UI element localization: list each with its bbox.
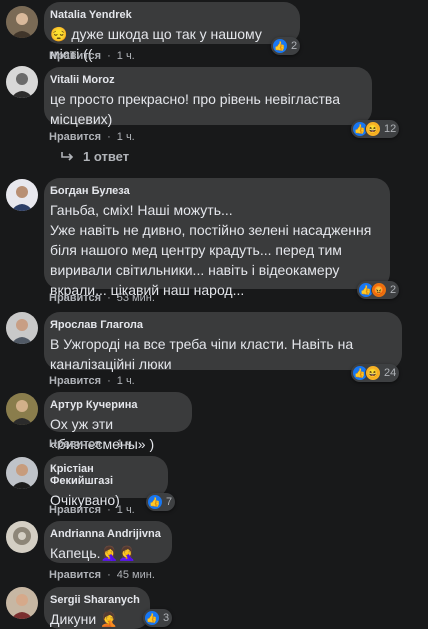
comment-bubble: Богдан Булеза Ганьба, сміх! Наші можуть.…	[44, 178, 390, 298]
reply-arrow-icon	[61, 151, 74, 161]
comment-author[interactable]: Артур Кучерина	[50, 399, 182, 411]
comment-bubble: Sergii Sharanych Дикуни 🤦	[44, 587, 150, 629]
comment-text: В Ужгороді на все треба чіпи класти. Нав…	[50, 336, 354, 372]
view-replies-link[interactable]: 1 ответ	[61, 149, 129, 164]
avatar[interactable]	[6, 457, 38, 489]
comment-author[interactable]: Sergii Sharanych	[50, 594, 140, 606]
comment-time[interactable]: 1 ч.	[117, 375, 135, 387]
comment-bubble: Крістіан Фекийшгазі Очікувано)	[44, 456, 168, 508]
comment-author[interactable]: Ярослав Глагола	[50, 319, 392, 331]
comment-actions: Нравится · 1 ч.	[49, 50, 135, 62]
comment-text: це просто прекрасно! про рівень невіглас…	[50, 91, 340, 127]
like-reaction-icon: 👍	[147, 494, 163, 510]
comment-author[interactable]: Andrianna Andrijivna	[50, 528, 162, 540]
like-button[interactable]: Нравится	[49, 438, 101, 450]
reactions-count: 12	[384, 123, 397, 135]
comment-actions: Нравится · 1 ч.	[49, 504, 135, 516]
reactions-badge[interactable]: 👍 7	[146, 493, 176, 511]
comment-author[interactable]: Богдан Булеза	[50, 185, 380, 197]
haha-reaction-icon: 😆	[365, 121, 381, 137]
comment-actions: Нравится · 1 ч.	[49, 438, 135, 450]
comment-author[interactable]: Крістіан Фекийшгазі	[50, 463, 158, 487]
avatar[interactable]	[6, 6, 38, 38]
comment-author[interactable]: Natalia Yendrek	[50, 9, 290, 21]
comment-time[interactable]: 53 мин.	[117, 292, 155, 304]
reactions-count: 2	[390, 284, 397, 296]
reactions-count: 7	[166, 496, 173, 508]
avatar[interactable]	[6, 312, 38, 344]
comment-time[interactable]: 1 ч.	[117, 131, 135, 143]
comment-time[interactable]: 1 ч.	[117, 504, 135, 516]
comment-text: Капець.🤦‍♀️🤦‍♀️	[50, 545, 136, 561]
replies-count-label[interactable]: 1 ответ	[83, 149, 129, 164]
reactions-badge[interactable]: 👍 3	[143, 609, 173, 627]
comment-actions: Нравится · 53 мин.	[49, 292, 155, 304]
haha-reaction-icon: 😆	[365, 365, 381, 381]
avatar[interactable]	[6, 521, 38, 553]
reactions-badge[interactable]: 👍 😆 12	[351, 120, 400, 138]
comment-bubble: Andrianna Andrijivna Капець.🤦‍♀️🤦‍♀️	[44, 521, 172, 563]
angry-reaction-icon: 😡	[371, 282, 387, 298]
comment-bubble: Vitalii Moroz це просто прекрасно! про р…	[44, 67, 372, 127]
comment-bubble: Natalia Yendrek 😔 дуже шкода що так у на…	[44, 2, 300, 62]
reactions-count: 2	[291, 40, 298, 52]
reactions-badge[interactable]: 👍 2	[271, 37, 301, 55]
comment-text: Дикуни 🤦	[50, 611, 118, 627]
reactions-badge[interactable]: 👍 😆 24	[351, 364, 400, 382]
comment-author[interactable]: Vitalii Moroz	[50, 74, 362, 86]
like-reaction-icon: 👍	[272, 38, 288, 54]
avatar[interactable]	[6, 66, 38, 98]
comment-text: Ганьба, сміх! Наші можуть... Уже навіть …	[50, 202, 372, 298]
reactions-badge[interactable]: 👍 😡 2	[357, 281, 400, 299]
reactions-count: 3	[163, 612, 170, 624]
avatar[interactable]	[6, 179, 38, 211]
avatar[interactable]	[6, 587, 38, 619]
comment-time[interactable]: 1 ч.	[117, 50, 135, 62]
comment-bubble: Ярослав Глагола В Ужгороді на все треба …	[44, 312, 402, 372]
like-button[interactable]: Нравится	[49, 375, 101, 387]
comment-bubble: Артур Кучерина Ох уж эти «бизнесмены» )	[44, 392, 192, 452]
like-reaction-icon: 👍	[144, 610, 160, 626]
reactions-count: 24	[384, 367, 397, 379]
comment-actions: Нравится · 45 мин.	[49, 569, 155, 581]
comment-time[interactable]: 1 ч.	[117, 438, 135, 450]
like-button[interactable]: Нравится	[49, 292, 101, 304]
comment-actions: Нравится · 1 ч.	[49, 375, 135, 387]
like-button[interactable]: Нравится	[49, 569, 101, 581]
comment-time[interactable]: 45 мин.	[117, 569, 155, 581]
like-button[interactable]: Нравится	[49, 50, 101, 62]
avatar[interactable]	[6, 393, 38, 425]
like-button[interactable]: Нравится	[49, 131, 101, 143]
comment-actions: Нравится · 1 ч.	[49, 131, 135, 143]
like-button[interactable]: Нравится	[49, 504, 101, 516]
